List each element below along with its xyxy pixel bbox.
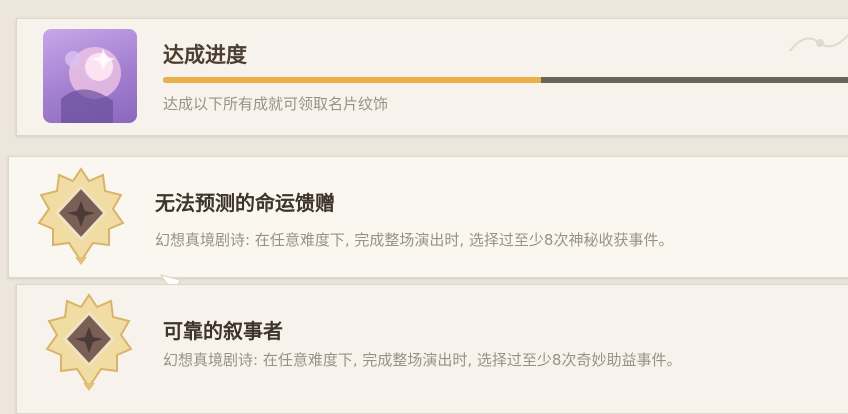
achievement-item[interactable]: 可靠的叙事者 幻想真境剧诗: 在任意难度下, 完成整场演出时, 选择过至少8次奇… (16, 284, 848, 414)
progress-title: 达成进度 (163, 43, 247, 67)
achievement-title: 无法预测的命运馈赠 (155, 191, 335, 215)
achievement-title: 可靠的叙事者 (163, 319, 283, 343)
achievement-description: 幻想真境剧诗: 在任意难度下, 完成整场演出时, 选择过至少8次奇妙助益事件。 (163, 351, 682, 369)
progress-bar (163, 77, 848, 83)
achievement-description: 幻想真境剧诗: 在任意难度下, 完成整场演出时, 选择过至少8次神秘收获事件。 (155, 231, 674, 249)
achievement-item[interactable]: 无法预测的命运馈赠 幻想真境剧诗: 在任意难度下, 完成整场演出时, 选择过至少… (8, 156, 848, 278)
progress-subtitle: 达成以下所有成就可领取名片纹饰 (163, 95, 389, 113)
achievement-badge-icon (37, 167, 125, 265)
corner-ornament-icon (789, 33, 848, 52)
namecard-thumbnail (43, 29, 137, 123)
achievement-badge-icon (45, 293, 133, 391)
progress-card: 达成进度 达成以下所有成就可领取名片纹饰 (16, 18, 848, 136)
progress-bar-fill (163, 77, 541, 83)
